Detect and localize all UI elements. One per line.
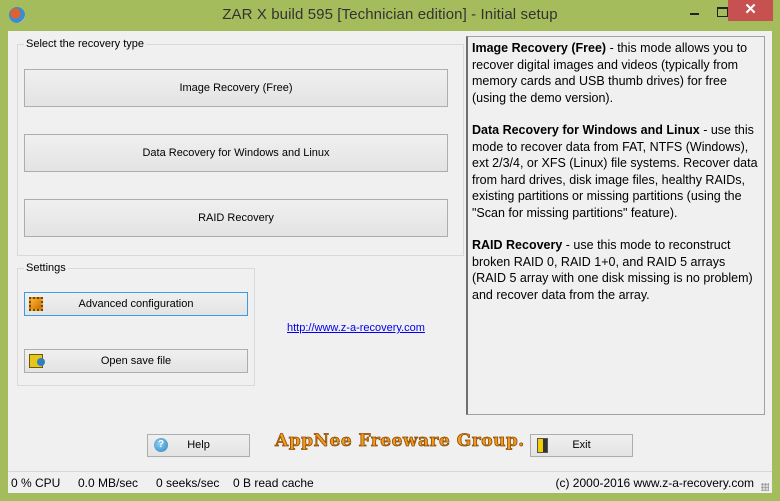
status-read-cache: 0 B read cache [233, 476, 314, 490]
help-label: Help [187, 439, 210, 451]
resize-grip[interactable] [761, 483, 769, 491]
status-throughput: 0.0 MB/sec [78, 476, 139, 490]
settings-label: Settings [26, 262, 66, 274]
watermark-text: AppNee Freeware Group. [275, 431, 525, 452]
advanced-configuration-button[interactable]: Advanced configuration [24, 292, 248, 316]
section-title: Data Recovery for Windows and Linux [472, 123, 700, 137]
description-panel: Image Recovery (Free) - this mode allows… [466, 36, 765, 415]
exit-button[interactable]: Exit [530, 434, 633, 457]
image-recovery-button[interactable]: Image Recovery (Free) [24, 69, 448, 107]
description-raid-recovery: RAID Recovery - use this mode to reconst… [472, 237, 760, 303]
status-seeks: 0 seeks/sec [156, 476, 220, 490]
advanced-configuration-label: Advanced configuration [78, 298, 194, 310]
close-button[interactable]: ✕ [728, 0, 773, 21]
description-image-recovery: Image Recovery (Free) - this mode allows… [472, 40, 760, 106]
exit-label: Exit [572, 439, 591, 451]
open-folder-icon [29, 354, 45, 368]
description-data-recovery: Data Recovery for Windows and Linux - us… [472, 122, 760, 221]
help-icon: ? [154, 438, 168, 452]
window-title: ZAR X build 595 [Technician edition] - I… [222, 6, 558, 23]
exit-door-icon [537, 438, 548, 453]
open-save-file-label: Open save file [100, 355, 172, 367]
chip-icon [29, 297, 43, 311]
section-title: RAID Recovery [472, 238, 563, 252]
data-recovery-button[interactable]: Data Recovery for Windows and Linux [24, 134, 448, 172]
help-button[interactable]: ? Help [147, 434, 250, 457]
open-save-file-button[interactable]: Open save file [24, 349, 248, 373]
minimize-button[interactable] [680, 0, 710, 21]
recovery-type-label: Select the recovery type [26, 38, 145, 50]
section-text: - use this mode to recover data from FAT… [472, 123, 758, 220]
status-bar: 0 % CPU 0.0 MB/sec 0 seeks/sec 0 B read … [8, 471, 772, 494]
raid-recovery-button[interactable]: RAID Recovery [24, 199, 448, 237]
website-link[interactable]: http://www.z-a-recovery.com [287, 322, 425, 334]
section-title: Image Recovery (Free) [472, 41, 607, 55]
dialog-client: Select the recovery type Image Recovery … [8, 31, 772, 493]
status-cpu: 0 % CPU [11, 476, 61, 490]
status-copyright: (c) 2000-2016 www.z-a-recovery.com [555, 476, 754, 490]
title-bar: ZAR X build 595 [Technician edition] - I… [0, 0, 780, 31]
